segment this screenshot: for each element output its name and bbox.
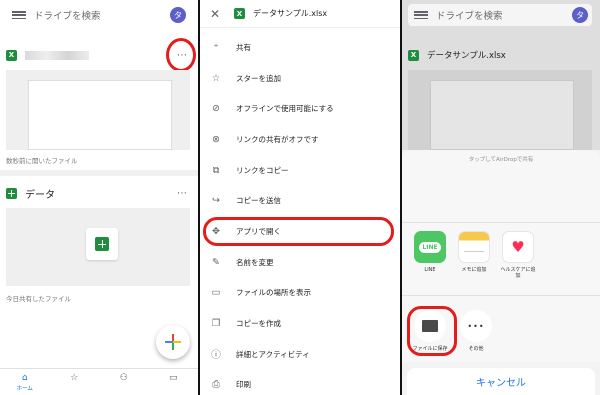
menu-item[interactable]: ⧉ リンクをコピー bbox=[200, 155, 400, 186]
menu-item[interactable]: ⎙ 印刷 bbox=[200, 370, 400, 395]
menu-item-label: リンクの共有がオフです bbox=[236, 134, 319, 144]
ios-share-sheet-screen: ドライブを検索 タ X データサンプル.xlsx タップしてAirDropで共有… bbox=[402, 0, 600, 395]
avatar: タ bbox=[572, 7, 588, 23]
menu-item-label: コピーを作成 bbox=[236, 319, 281, 329]
menu-file-title: データサンプル.xlsx bbox=[253, 9, 328, 18]
highlight-ring-more bbox=[166, 38, 196, 72]
people-icon: ⚇ bbox=[119, 373, 128, 383]
info-icon: ⓘ bbox=[211, 350, 221, 362]
menu-item-label: リンクをコピー bbox=[236, 165, 289, 175]
share-app-label: LINE bbox=[424, 267, 436, 273]
airdrop-hint: タップしてAirDropで共有 bbox=[468, 157, 534, 163]
share-app-health[interactable]: ♥ ヘルスケアに追加 bbox=[500, 231, 536, 279]
menu-item-label: スターを追加 bbox=[236, 73, 281, 83]
nav-starred[interactable]: ☆ bbox=[50, 369, 100, 395]
menu-item[interactable]: ❐ コピーを作成 bbox=[200, 308, 400, 339]
file-caption-2: 今日共有したファイル bbox=[6, 295, 71, 303]
file-card-header: X データサンプル.xlsx bbox=[408, 44, 594, 66]
dimmed-background: ドライブを検索 タ X データサンプル.xlsx bbox=[402, 0, 600, 150]
file-thumbnail-2[interactable] bbox=[6, 208, 190, 286]
file-thumbnail bbox=[408, 70, 592, 150]
duplicate-icon: ❐ bbox=[211, 318, 221, 330]
home-icon: ⌂ bbox=[21, 373, 28, 383]
sheets-file-icon bbox=[6, 187, 17, 199]
menu-item[interactable]: ▭ ファイルの場所を表示 bbox=[200, 278, 400, 309]
nav-home-label: ホーム bbox=[16, 386, 33, 392]
more-options-icon[interactable]: ⋯ bbox=[177, 188, 187, 199]
folder-icon: ▭ bbox=[168, 373, 178, 383]
menu-header: ✕ X データサンプル.xlsx bbox=[200, 0, 400, 28]
nav-files[interactable]: ▭ bbox=[149, 369, 199, 395]
menu-item-label: 共有 bbox=[236, 42, 251, 52]
excel-file-icon: X bbox=[234, 8, 245, 19]
file-card-header-2: データ ⋯ bbox=[6, 182, 192, 204]
person-add-icon: ⁺ bbox=[213, 41, 219, 53]
menu-item-label: オフラインで使用可能にする bbox=[236, 104, 334, 114]
nav-shared[interactable]: ⚇ bbox=[99, 369, 149, 395]
highlight-ring-open-with bbox=[203, 217, 394, 246]
cancel-button[interactable]: キャンセル bbox=[407, 368, 595, 395]
file-name-2: データ bbox=[25, 189, 55, 201]
menu-item[interactable]: ✎ 名前を変更 bbox=[200, 247, 400, 278]
send-icon: ↪ bbox=[212, 195, 220, 207]
notes-app-icon bbox=[458, 231, 490, 263]
heart-icon: ♥ bbox=[502, 231, 534, 263]
file-caption-1: 数秒前に開いたファイル bbox=[6, 157, 78, 165]
search-placeholder: ドライブを検索 bbox=[436, 11, 503, 22]
menu-item-label: 印刷 bbox=[236, 380, 251, 390]
menu-item-label: 詳細とアクティビティ bbox=[236, 349, 310, 359]
excel-file-icon: X bbox=[408, 49, 419, 61]
share-app-notes[interactable]: メモに追加 bbox=[456, 231, 492, 273]
menu-item[interactable]: ⓘ 詳細とアクティビティ bbox=[200, 339, 400, 370]
menu-list: ⁺ 共有 ☆ スターを追加 ⊘ オフラインで使用可能にする ⊗ リンクの共有がオフです ⧉ リンク… bbox=[200, 32, 400, 395]
action-label: その他 bbox=[468, 346, 484, 352]
menu-item[interactable]: ⊗ リンクの共有がオフです bbox=[200, 124, 400, 155]
share-app-label: ヘルスケアに追加 bbox=[500, 267, 536, 279]
folder-icon: ▭ bbox=[211, 287, 221, 299]
share-app-line[interactable]: LINE LINE bbox=[412, 231, 448, 273]
search-placeholder: ドライブを検索 bbox=[34, 11, 101, 22]
menu-item[interactable]: ☆ スターを追加 bbox=[200, 63, 400, 94]
star-icon: ☆ bbox=[211, 72, 221, 84]
pencil-icon: ✎ bbox=[212, 256, 220, 268]
drive-home-screen: ドライブを検索 タ X ⋯ 数秒前に開いたファイル データ ⋯ 今日共有したファ… bbox=[0, 0, 198, 395]
menu-item-label: 名前を変更 bbox=[236, 257, 274, 267]
file-actions-menu: ✕ X データサンプル.xlsx ⁺ 共有 ☆ スターを追加 ⊘ オフラインで使用可能にす… bbox=[198, 0, 402, 395]
file-card-header-1: X ⋯ bbox=[6, 44, 192, 66]
search-bar[interactable]: ドライブを検索 タ bbox=[6, 4, 190, 26]
menu-item-label: コピーを送信 bbox=[236, 196, 281, 206]
plus-icon bbox=[165, 334, 181, 350]
hamburger-menu-icon bbox=[414, 8, 428, 22]
line-app-icon: LINE bbox=[414, 231, 446, 263]
share-apps-row: LINE LINE メモに追加 ♥ ヘルスケアに追加 bbox=[402, 222, 600, 292]
more-icon: ••• bbox=[460, 310, 492, 342]
hamburger-menu-icon[interactable] bbox=[12, 8, 26, 22]
share-app-label: メモに追加 bbox=[461, 267, 487, 273]
card-divider bbox=[0, 170, 198, 176]
avatar[interactable]: タ bbox=[170, 7, 186, 23]
bottom-navigation: ⌂ ホーム ☆ ⚇ ▭ bbox=[0, 368, 198, 395]
sheets-preview-icon bbox=[86, 228, 118, 260]
file-name: データサンプル.xlsx bbox=[427, 51, 506, 61]
excel-file-icon: X bbox=[6, 49, 17, 61]
link-off-icon: ⊗ bbox=[212, 133, 220, 145]
close-icon[interactable]: ✕ bbox=[210, 7, 224, 21]
action-more[interactable]: ••• その他 bbox=[458, 310, 494, 352]
star-icon: ☆ bbox=[70, 373, 79, 383]
menu-item[interactable]: ⊘ オフラインで使用可能にする bbox=[200, 93, 400, 124]
nav-home[interactable]: ⌂ ホーム bbox=[0, 369, 50, 395]
file-thumbnail-1[interactable] bbox=[6, 70, 190, 150]
offline-icon: ⊘ bbox=[212, 103, 220, 115]
document-preview bbox=[28, 80, 172, 150]
highlight-ring-save-to-files bbox=[407, 306, 457, 356]
menu-item-label: ファイルの場所を表示 bbox=[236, 288, 311, 298]
search-bar: ドライブを検索 タ bbox=[408, 4, 592, 26]
menu-item[interactable]: ↪ コピーを送信 bbox=[200, 185, 400, 216]
menu-item[interactable]: ⁺ 共有 bbox=[200, 32, 400, 63]
blurred-file-name bbox=[25, 50, 89, 60]
new-fab-button[interactable] bbox=[156, 325, 190, 359]
copy-link-icon: ⧉ bbox=[212, 164, 220, 176]
print-icon: ⎙ bbox=[212, 379, 220, 391]
